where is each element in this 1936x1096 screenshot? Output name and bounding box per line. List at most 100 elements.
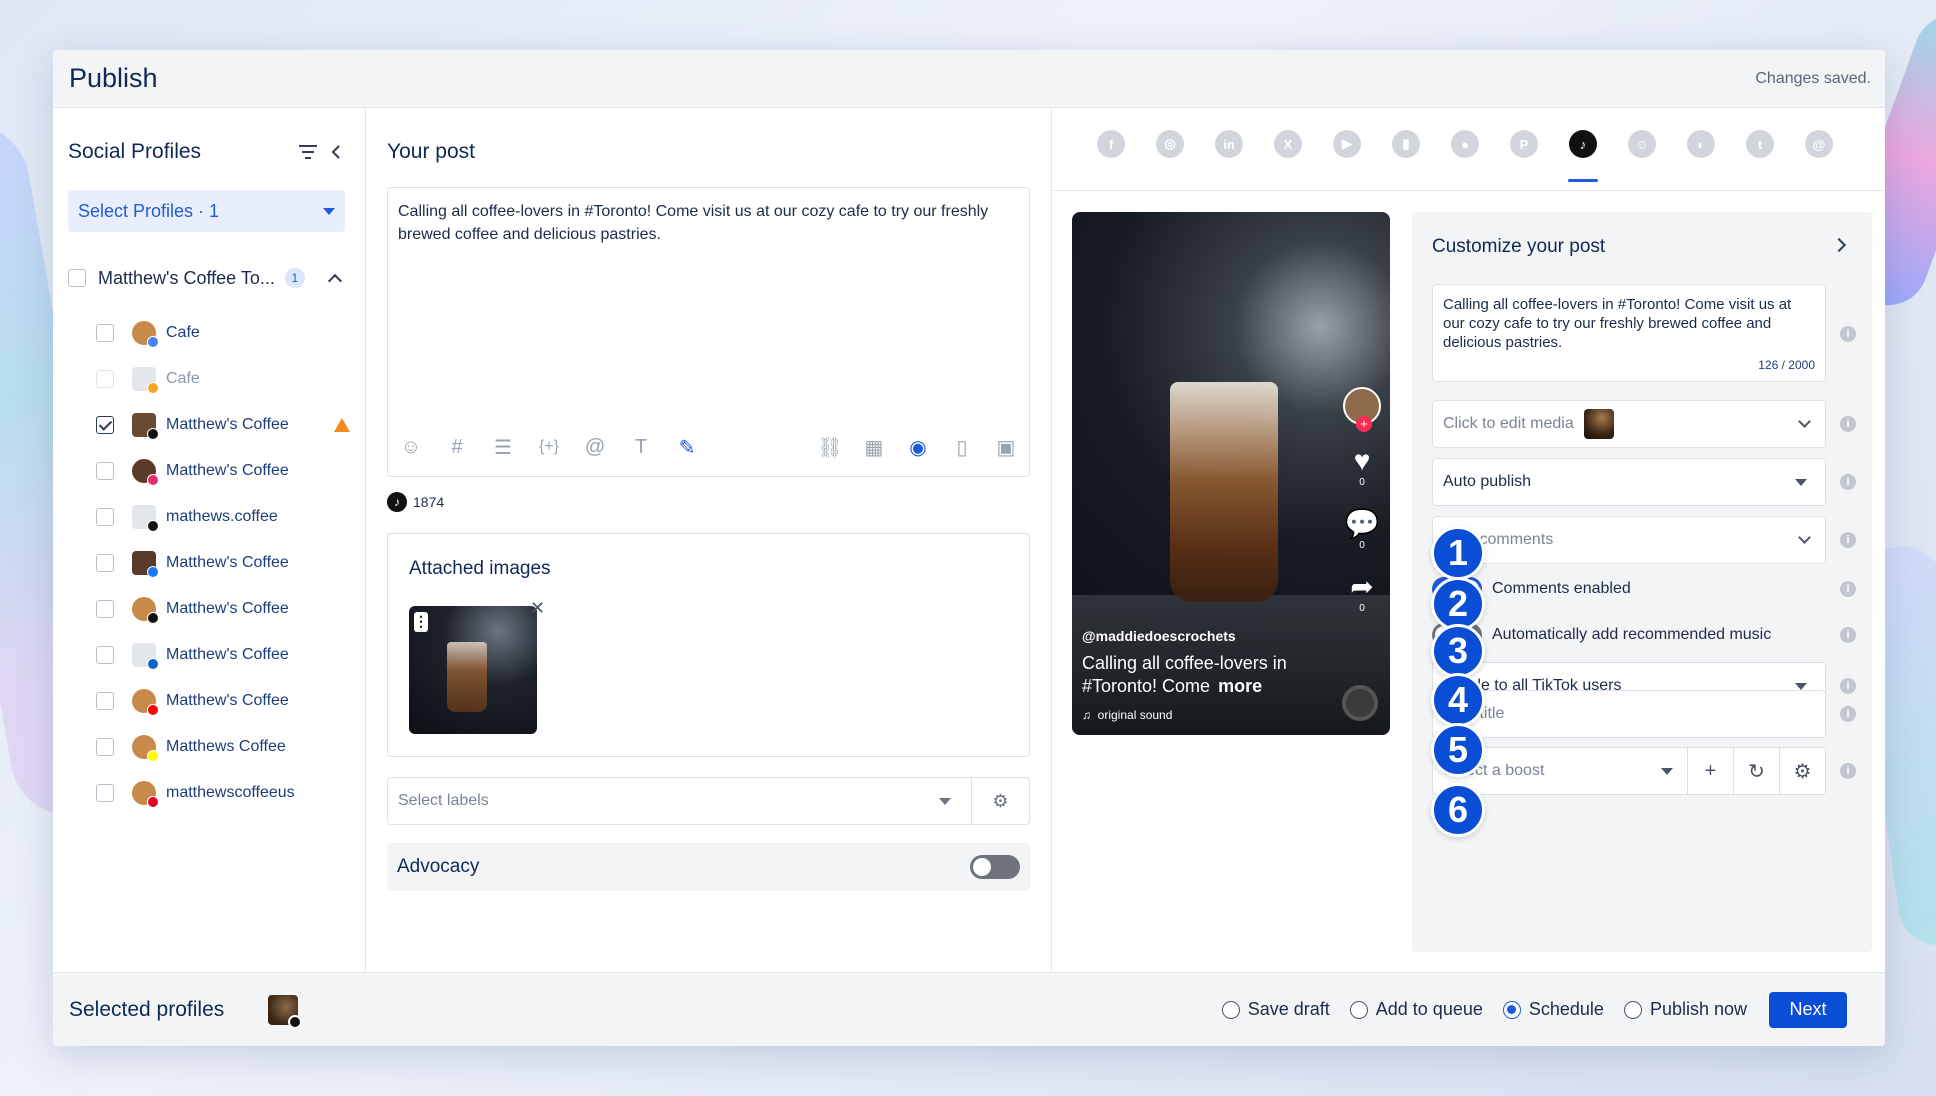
threads-alt-icon[interactable]: ◐ [1687, 130, 1715, 158]
selected-profile-avatar[interactable] [268, 994, 303, 1029]
profile-checkbox[interactable] [96, 508, 114, 526]
facebook-icon[interactable]: f [1097, 130, 1125, 158]
profile-item-pinterest[interactable]: matthewscoffeeus [96, 770, 356, 816]
warning-icon[interactable] [334, 418, 350, 432]
info-icon[interactable]: i [1840, 326, 1856, 342]
profile-checkbox[interactable] [96, 738, 114, 756]
text-format-icon[interactable]: T [626, 432, 656, 462]
post-title-field[interactable]: Post title [1432, 690, 1826, 738]
chevron-up-icon[interactable] [327, 273, 343, 289]
variable-icon[interactable]: {+} [534, 432, 564, 462]
next-button[interactable]: Next [1769, 991, 1847, 1028]
x-icon[interactable]: X [1274, 130, 1302, 158]
profile-item-cafe-google[interactable]: Cafe [96, 310, 356, 356]
save-draft-option[interactable]: Save draft [1221, 999, 1330, 1020]
custom-text[interactable]: Calling all coffee-lovers in #Toronto! C… [1443, 295, 1813, 352]
heart-icon: ♥ [1353, 445, 1371, 476]
gear-icon[interactable]: ⚙ [971, 778, 1029, 824]
publish-mode-select[interactable]: Auto publish [1432, 458, 1826, 506]
info-icon[interactable]: i [1840, 532, 1856, 548]
profile-checkbox[interactable] [96, 324, 114, 342]
info-icon[interactable]: i [1840, 763, 1856, 779]
refresh-icon[interactable]: ↻ [1733, 748, 1779, 794]
profile-item-cafe-building[interactable]: Cafe [96, 356, 356, 402]
profile-item-facebook[interactable]: Matthew's Coffee [96, 540, 356, 586]
profile-item-threads[interactable]: mathews.coffee [96, 494, 356, 540]
comments-count: 0 [1359, 540, 1365, 551]
google-business-icon[interactable]: ▮ [1392, 130, 1420, 158]
info-icon[interactable]: i [1840, 474, 1856, 490]
profile-item-x[interactable]: Matthew's Coffee [96, 586, 356, 632]
caret-down-icon [939, 797, 951, 805]
profile-checkbox[interactable] [96, 692, 114, 710]
labels-select[interactable]: Select labels ⚙ [387, 777, 1030, 825]
media-library-icon[interactable]: ▣ [991, 432, 1021, 462]
hashtag-icon[interactable]: # [442, 432, 472, 462]
instagram-icon[interactable]: ◎ [1156, 130, 1184, 158]
profile-label: Matthew's Coffee [166, 462, 289, 479]
info-icon[interactable]: i [1840, 416, 1856, 432]
edit-media-select[interactable]: Click to edit media [1432, 400, 1826, 448]
link-icon[interactable]: ⛓ [815, 432, 845, 462]
snapchat-icon[interactable]: ☺ [1628, 130, 1656, 158]
threads-icon[interactable]: @ [1805, 130, 1833, 158]
profile-checkbox[interactable] [96, 462, 114, 480]
customize-heading: Customize your post [1432, 236, 1606, 257]
profile-item-tiktok[interactable]: Matthew's Coffee [96, 402, 356, 448]
add-to-queue-option[interactable]: Add to queue [1349, 999, 1483, 1020]
profile-group[interactable]: Matthew's Coffee To... 1 [68, 264, 348, 292]
more-options-icon[interactable]: ⋮ [414, 612, 428, 632]
add-boost-icon[interactable]: + [1687, 748, 1733, 794]
emoji-icon[interactable]: ☺ [396, 432, 426, 462]
mention-icon[interactable]: @ [580, 432, 610, 462]
document-icon[interactable]: ▯ [947, 432, 977, 462]
linkedin-icon[interactable]: in [1215, 130, 1243, 158]
chevron-down-icon [1798, 531, 1811, 544]
attached-image-thumbnail[interactable]: ⋮ [409, 606, 537, 734]
snippet-icon[interactable]: ☰ [488, 432, 518, 462]
profile-item-linkedin[interactable]: Matthew's Coffee [96, 632, 356, 678]
comments-enabled-label: Comments enabled [1492, 580, 1631, 597]
profile-checkbox[interactable] [96, 416, 114, 434]
profile-checkbox[interactable] [96, 784, 114, 802]
attached-images-heading: Attached images [409, 558, 551, 579]
post-editor[interactable]: Calling all coffee-lovers in #Toronto! C… [387, 187, 1030, 477]
comments-enabled-row: Comments enabled [1432, 576, 1832, 602]
profile-item-instagram[interactable]: Matthew's Coffee [96, 448, 356, 494]
profile-checkbox[interactable] [96, 554, 114, 572]
info-icon[interactable]: i [1840, 706, 1856, 722]
pinterest-icon[interactable]: P [1510, 130, 1538, 158]
video-icon[interactable]: ▦ [859, 432, 889, 462]
reddit-icon[interactable]: ● [1451, 130, 1479, 158]
gear-icon[interactable]: ⚙ [1779, 748, 1825, 794]
youtube-icon[interactable]: ▶ [1333, 130, 1361, 158]
profile-item-youtube[interactable]: Matthew's Coffee [96, 678, 356, 724]
schedule-option[interactable]: Schedule [1502, 999, 1604, 1020]
profile-item-snapchat[interactable]: Matthews Coffee [96, 724, 356, 770]
tiktok-preview: + ♥ 0 💬 0 ➦ 0 @maddiedoescrochets Callin… [1072, 212, 1390, 735]
profile-checkbox[interactable] [96, 646, 114, 664]
tumblr-icon[interactable]: t [1746, 130, 1774, 158]
publish-now-option[interactable]: Publish now [1623, 999, 1747, 1020]
info-icon[interactable]: i [1840, 581, 1856, 597]
profile-checkbox[interactable] [96, 370, 114, 388]
profiles-panel: Social Profiles Select Profiles · 1 Matt… [53, 108, 366, 972]
post-text[interactable]: Calling all coffee-lovers in #Toronto! C… [398, 200, 998, 246]
info-icon[interactable]: i [1840, 627, 1856, 643]
select-profiles-dropdown[interactable]: Select Profiles · 1 [68, 190, 345, 232]
info-icon[interactable]: i [1840, 678, 1856, 694]
filter-icon[interactable] [294, 138, 322, 166]
remove-image-icon[interactable]: ✕ [530, 598, 545, 619]
chevron-right-icon[interactable] [1831, 237, 1847, 253]
ai-magic-wand-icon[interactable]: ✎ [672, 432, 702, 462]
camera-icon[interactable]: ◉ [903, 432, 933, 462]
profile-checkbox[interactable] [96, 600, 114, 618]
profiles-heading: Social Profiles [68, 140, 202, 163]
collapse-panel-icon[interactable] [322, 138, 350, 166]
custom-text-field[interactable]: Calling all coffee-lovers in #Toronto! C… [1432, 284, 1826, 382]
advocacy-toggle[interactable] [970, 855, 1020, 879]
group-checkbox[interactable] [68, 269, 86, 287]
tiktok-icon[interactable]: ♪ [1568, 130, 1598, 182]
music-disc-icon [1342, 685, 1378, 721]
post-comments-select[interactable]: Post comments [1432, 516, 1826, 564]
